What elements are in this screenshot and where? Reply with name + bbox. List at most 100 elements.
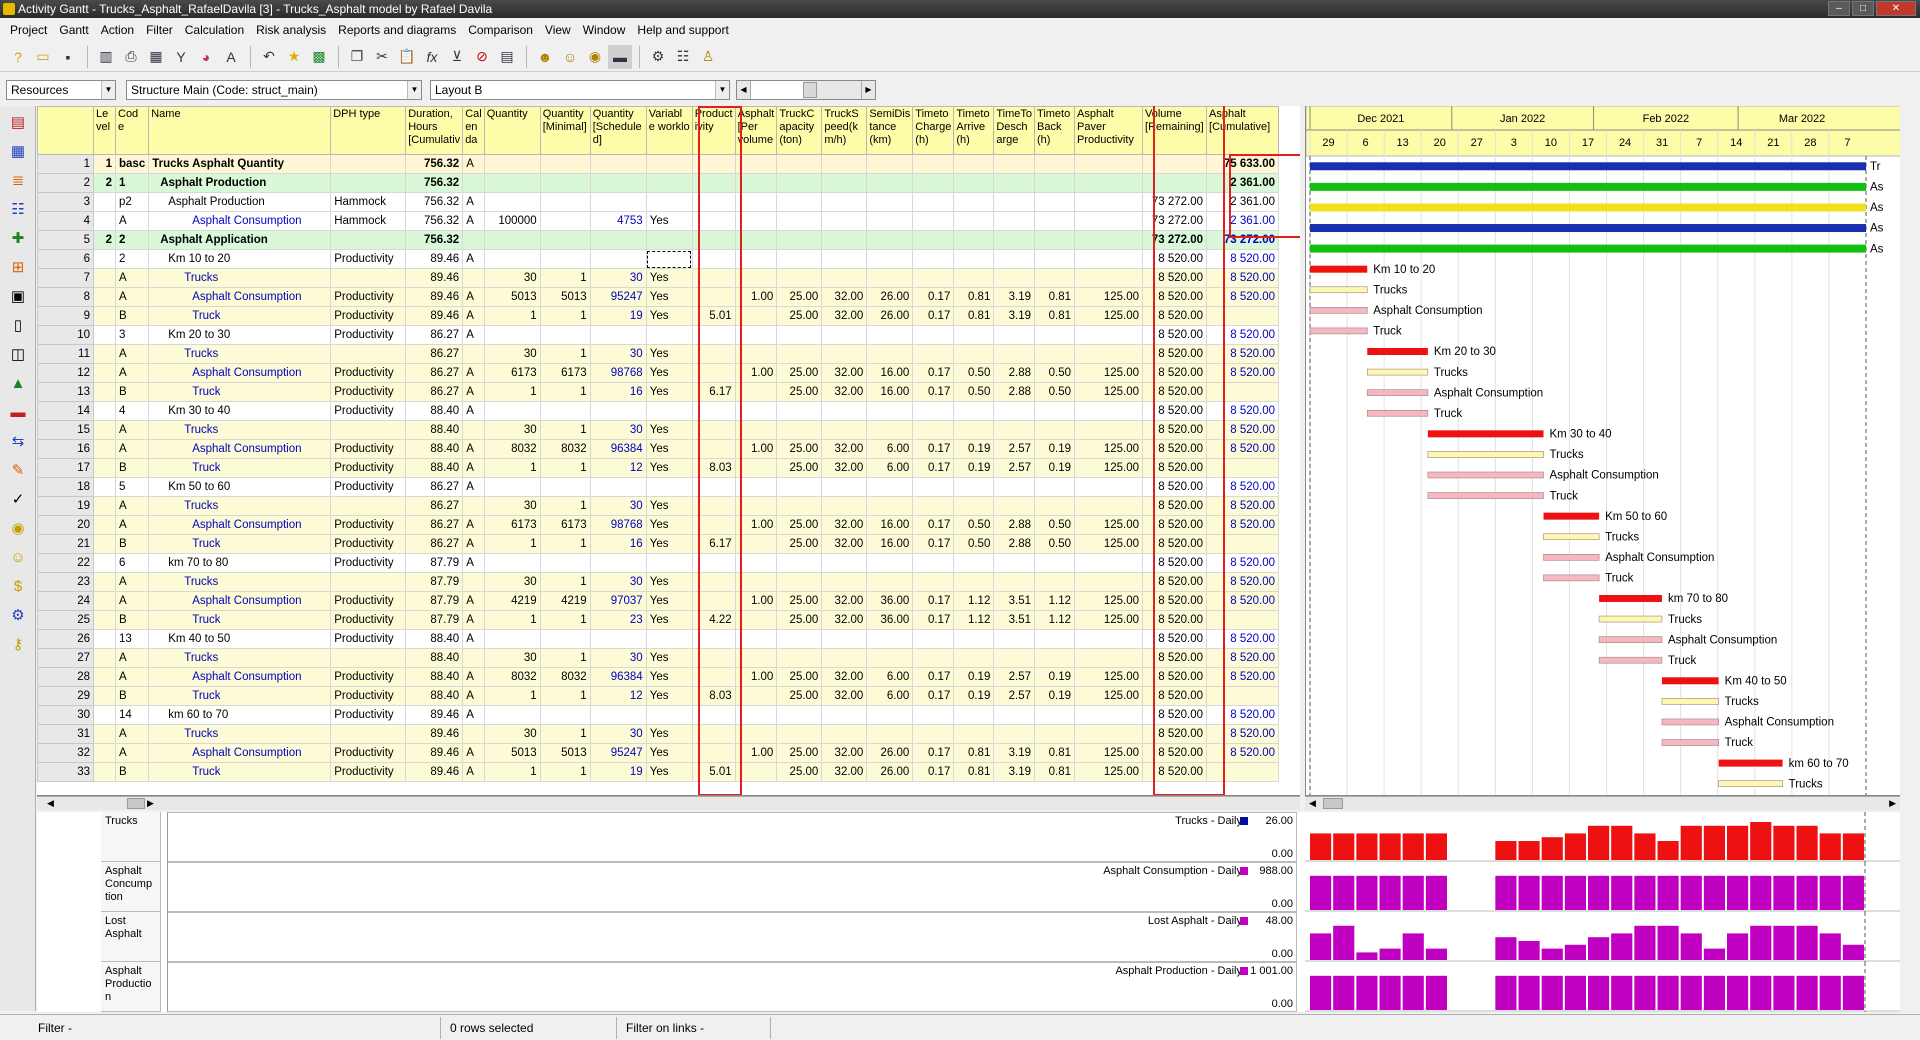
table-cell[interactable]: 125.00 (1074, 515, 1144, 535)
table-cell[interactable]: 86.27 (405, 534, 464, 554)
table-cell[interactable] (330, 268, 407, 288)
table-cell[interactable]: 14 (114, 705, 150, 725)
table-cell[interactable]: 756.32 (405, 230, 464, 250)
table-cell[interactable]: 36.00 (866, 610, 914, 630)
table-cell[interactable]: 2.88 (993, 382, 1036, 402)
table-cell[interactable]: 87.79 (405, 591, 464, 611)
table-cell[interactable] (93, 629, 116, 649)
table-cell[interactable] (821, 344, 868, 364)
table-cell[interactable] (691, 477, 736, 497)
table-cell[interactable] (912, 325, 955, 345)
table-cell[interactable]: A (462, 211, 485, 231)
table-cell[interactable] (330, 420, 407, 440)
table-cell[interactable]: 23 (589, 610, 647, 630)
table-cell[interactable] (993, 230, 1036, 250)
table-cell[interactable]: Productivity (330, 325, 407, 345)
table-cell[interactable]: 86.27 (405, 477, 464, 497)
table-cell[interactable] (1034, 249, 1076, 269)
filter-icon[interactable]: ⊻ (445, 45, 469, 69)
table-cell[interactable] (1034, 629, 1076, 649)
table-cell[interactable]: 25.00 (776, 610, 823, 630)
table-cell[interactable] (691, 173, 736, 193)
chevron-down-icon[interactable]: ▼ (407, 81, 421, 99)
row-number[interactable]: 23 (37, 572, 94, 592)
table-cell[interactable] (866, 192, 914, 212)
add-resource-icon[interactable]: ✚ (4, 225, 32, 251)
table-cell[interactable] (912, 211, 955, 231)
table-cell[interactable]: 8 520.00 (1142, 439, 1208, 459)
table-cell[interactable]: 32.00 (821, 382, 868, 402)
table-cell[interactable]: Trucks (148, 420, 332, 440)
table-cell[interactable]: 6173 (483, 515, 541, 535)
table-cell[interactable] (691, 325, 736, 345)
table-cell[interactable]: 88.40 (405, 439, 464, 459)
scroll-left-icon[interactable]: ◀ (737, 81, 751, 99)
table-cell[interactable] (776, 268, 823, 288)
table-cell[interactable]: 73 272.00 (1142, 230, 1208, 250)
table-cell[interactable] (539, 211, 591, 231)
table-cell[interactable]: 1 (539, 610, 591, 630)
table-cell[interactable]: 0.81 (1034, 287, 1076, 307)
table-cell[interactable]: A (114, 591, 150, 611)
table-cell[interactable] (589, 173, 647, 193)
table-cell[interactable]: 0.81 (953, 306, 995, 326)
table-cell[interactable]: 32.00 (821, 686, 868, 706)
table-cell[interactable]: 1 (539, 382, 591, 402)
table-cell[interactable]: 25.00 (776, 591, 823, 611)
table-cell[interactable]: 6 (114, 553, 150, 573)
table-cell[interactable]: 0.81 (953, 762, 995, 782)
table-cell[interactable]: 25.00 (776, 515, 823, 535)
table-cell[interactable]: 8 520.00 (1206, 401, 1280, 421)
table-cell[interactable]: Trucks (148, 496, 332, 516)
excel-icon[interactable]: ▩ (307, 45, 331, 69)
table-cell[interactable] (953, 211, 995, 231)
table-cell[interactable]: 32.00 (821, 534, 868, 554)
row-number[interactable]: 6 (37, 249, 94, 269)
scroll-left-icon[interactable]: ◀ (47, 798, 54, 809)
table-cell[interactable]: 25.00 (776, 439, 823, 459)
table-cell[interactable] (866, 572, 914, 592)
table-cell[interactable] (1074, 705, 1144, 725)
table-cell[interactable] (691, 439, 736, 459)
table-cell[interactable] (93, 249, 116, 269)
table-cell[interactable]: A (462, 325, 485, 345)
table-cell[interactable]: 32.00 (821, 363, 868, 383)
table-cell[interactable] (483, 477, 541, 497)
open-folder-icon[interactable]: ▭ (31, 45, 55, 69)
table-row[interactable]: 7 A Trucks 89.46 30 1 30 Yes 8 520.00 8 520.00 (37, 268, 1280, 288)
table-cell[interactable] (93, 363, 116, 383)
row-number[interactable]: 24 (37, 591, 94, 611)
table-cell[interactable]: 1.12 (953, 591, 995, 611)
table-cell[interactable]: 13 (114, 629, 150, 649)
table-cell[interactable]: p2 (114, 192, 150, 212)
table-cell[interactable] (776, 344, 823, 364)
table-cell[interactable] (821, 268, 868, 288)
table-cell[interactable]: 2 361.00 (1206, 192, 1280, 212)
table-cell[interactable]: 1 (93, 154, 116, 174)
table-cell[interactable] (734, 382, 778, 402)
table-cell[interactable]: 5013 (483, 287, 541, 307)
table-cell[interactable]: 0.19 (953, 667, 995, 687)
table-cell[interactable] (1074, 724, 1144, 744)
table-cell[interactable]: Productivity (330, 762, 407, 782)
table-cell[interactable]: 125.00 (1074, 382, 1144, 402)
table-row[interactable]: 1 1 basc Trucks Asphalt Quantity 756.32 A 75 6… (37, 154, 1280, 174)
table-cell[interactable]: 1 (539, 648, 591, 668)
table-cell[interactable] (993, 496, 1036, 516)
table-cell[interactable] (93, 325, 116, 345)
chevron-down-icon[interactable]: ▼ (715, 81, 729, 99)
table-cell[interactable] (1034, 268, 1076, 288)
table-cell[interactable] (691, 363, 736, 383)
table-cell[interactable] (866, 477, 914, 497)
table-cell[interactable] (93, 724, 116, 744)
table-cell[interactable]: 0.50 (953, 363, 995, 383)
table-cell[interactable] (589, 249, 647, 269)
table-cell[interactable]: 96384 (589, 667, 647, 687)
bell-icon[interactable]: ◉ (4, 515, 32, 541)
table-cell[interactable] (734, 401, 778, 421)
table-cell[interactable]: 8 520.00 (1206, 572, 1280, 592)
table-cell[interactable] (821, 629, 868, 649)
table-cell[interactable]: 89.46 (405, 249, 464, 269)
table-cell[interactable]: 8 520.00 (1206, 743, 1280, 763)
table-cell[interactable]: 6.17 (691, 534, 736, 554)
